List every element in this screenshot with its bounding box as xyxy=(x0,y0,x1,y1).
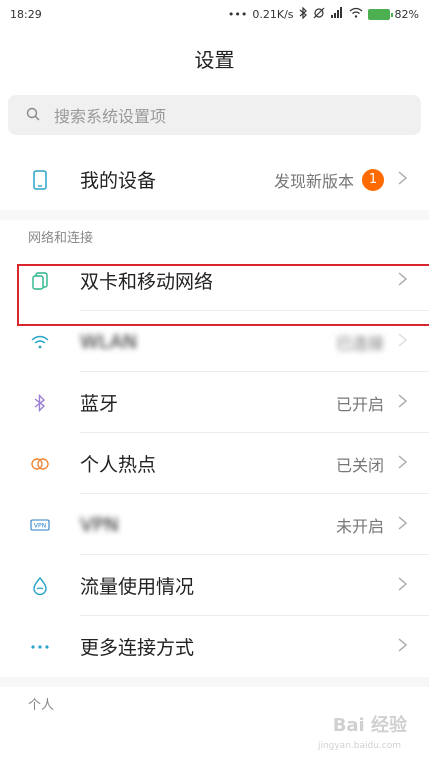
section-divider xyxy=(0,210,429,220)
my-device-label: 我的设备 xyxy=(80,170,157,192)
chevron-right-icon xyxy=(398,576,408,595)
search-input[interactable]: 搜索系统设置项 xyxy=(8,95,421,135)
chevron-right-icon xyxy=(398,637,408,656)
network-speed: 0.21K/s xyxy=(252,7,294,21)
search-icon xyxy=(26,106,40,125)
sidebar-item-hotspot[interactable]: 个人热点 已关闭 xyxy=(0,433,429,494)
cell-signal-icon xyxy=(330,7,344,21)
hotspot-label: 个人热点 xyxy=(80,454,157,476)
chevron-right-icon xyxy=(398,454,408,473)
search-placeholder: 搜索系统设置项 xyxy=(54,107,167,126)
wifi-status-icon xyxy=(349,7,363,21)
update-available-text: 发现新版本 xyxy=(273,171,354,191)
bluetooth-status: 已开启 xyxy=(335,394,384,414)
sidebar-item-more-connections[interactable]: 更多连接方式 xyxy=(0,616,429,677)
wifi-icon xyxy=(30,332,50,352)
hotspot-icon xyxy=(30,454,50,474)
chevron-right-icon xyxy=(398,332,408,351)
vpn-icon: VPN xyxy=(30,515,50,535)
bluetooth-status-icon xyxy=(299,6,308,22)
page-title: 设置 xyxy=(194,47,235,72)
sidebar-item-bluetooth[interactable]: 蓝牙 已开启 xyxy=(0,372,429,433)
wlan-label: WLAN xyxy=(80,330,138,353)
bluetooth-icon xyxy=(30,393,50,413)
battery-percent: 82% xyxy=(394,7,419,21)
battery-icon xyxy=(367,8,393,20)
sidebar-item-data-usage[interactable]: 流量使用情况 xyxy=(0,555,429,616)
wlan-value: 已连接 xyxy=(335,333,384,353)
baidu-watermark-url: jingyan.baidu.com xyxy=(317,741,401,751)
status-bar: 18:29 ••• 0.21K/s 82% xyxy=(0,0,429,28)
section-divider xyxy=(0,677,429,687)
sidebar-item-dual-sim[interactable]: 双卡和移动网络 xyxy=(0,250,429,311)
dual-sim-label: 双卡和移动网络 xyxy=(80,271,214,293)
water-drop-icon xyxy=(30,576,50,596)
notification-dots: ••• xyxy=(227,7,248,21)
network-section-title: 网络和连接 xyxy=(28,231,94,246)
hotspot-status: 已关闭 xyxy=(335,455,384,475)
status-time: 18:29 xyxy=(10,7,42,21)
svg-text:VPN: VPN xyxy=(34,522,46,529)
more-connections-label: 更多连接方式 xyxy=(80,637,195,659)
vpn-label: VPN xyxy=(80,513,119,536)
baidu-watermark: Bai 经验 xyxy=(332,715,407,736)
data-usage-label: 流量使用情况 xyxy=(80,576,195,598)
chevron-right-icon xyxy=(398,271,408,290)
sim-card-icon xyxy=(30,271,50,291)
status-icons: ••• 0.21K/s 82% xyxy=(227,6,419,22)
alarm-off-icon xyxy=(313,7,325,22)
sidebar-item-vpn[interactable]: VPN VPN 未开启 xyxy=(0,494,429,555)
vpn-status: 未开启 xyxy=(335,516,384,536)
phone-icon xyxy=(30,169,50,190)
my-device-item[interactable]: 我的设备 发现新版本 1 xyxy=(0,149,429,210)
chevron-right-icon xyxy=(398,170,408,189)
chevron-right-icon xyxy=(398,393,408,412)
bluetooth-label: 蓝牙 xyxy=(80,393,119,415)
sidebar-item-wlan[interactable]: WLAN 已连接 xyxy=(0,311,429,372)
update-count-badge: 1 xyxy=(362,168,384,191)
chevron-right-icon xyxy=(398,515,408,534)
more-dots-icon xyxy=(30,637,50,657)
